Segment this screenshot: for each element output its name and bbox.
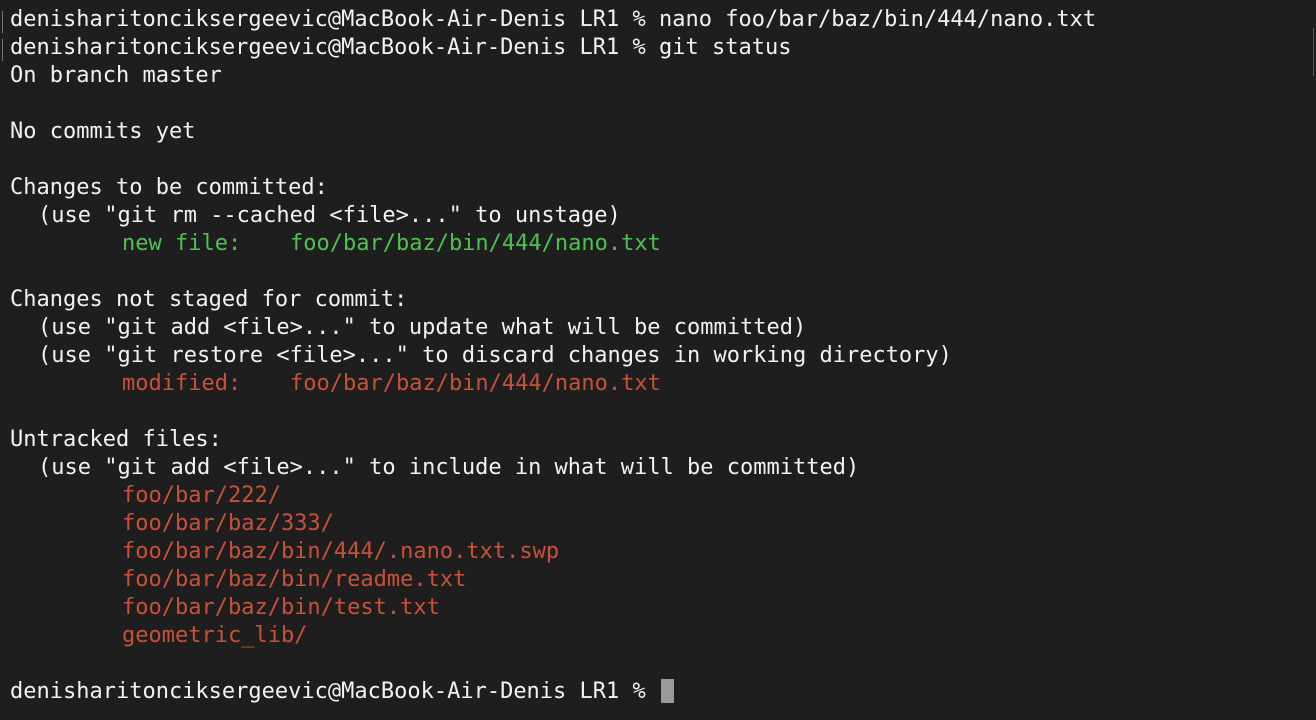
command-text: nano foo/bar/baz/bin/444/nano.txt bbox=[659, 7, 1097, 32]
staged-header: Changes to be committed: bbox=[10, 175, 328, 200]
prompt: denisharitonciksergeevic@MacBook-Air-Den… bbox=[10, 679, 660, 704]
untracked-file: geometric_lib/ bbox=[122, 623, 308, 648]
untracked-file: foo/bar/baz/333/ bbox=[122, 511, 334, 536]
unstaged-header: Changes not staged for commit: bbox=[10, 287, 408, 312]
prompt: denisharitonciksergeevic@MacBook-Air-Den… bbox=[10, 7, 660, 32]
active-prompt-line[interactable]: denisharitonciksergeevic@MacBook-Air-Den… bbox=[10, 678, 1316, 706]
unstaged-path: foo/bar/baz/bin/444/nano.txt bbox=[290, 371, 661, 396]
untracked-file: foo/bar/baz/bin/readme.txt bbox=[122, 567, 467, 592]
command-text: git status bbox=[659, 35, 792, 60]
terminal-window[interactable]: denisharitonciksergeevic@MacBook-Air-Den… bbox=[0, 0, 1316, 720]
text-cursor[interactable] bbox=[661, 679, 675, 703]
untracked-hint: (use "git add <file>..." to include in w… bbox=[38, 455, 860, 480]
scrollbar-track[interactable] bbox=[1313, 28, 1314, 76]
staged-entry: new file: foo/bar/baz/bin/444/nano.txt bbox=[10, 230, 1316, 258]
command-line: denisharitonciksergeevic@MacBook-Air-Den… bbox=[10, 6, 1316, 34]
branch-line: On branch master bbox=[10, 63, 222, 88]
no-commits-line: No commits yet bbox=[10, 119, 196, 144]
untracked-file: foo/bar/baz/bin/test.txt bbox=[122, 595, 440, 620]
untracked-file: foo/bar/222/ bbox=[122, 483, 281, 508]
unstaged-hint-add: (use "git add <file>..." to update what … bbox=[38, 315, 807, 340]
line-marker bbox=[2, 39, 3, 61]
staged-hint: (use "git rm --cached <file>..." to unst… bbox=[38, 203, 621, 228]
line-marker bbox=[2, 11, 3, 33]
staged-path: foo/bar/baz/bin/444/nano.txt bbox=[290, 231, 661, 256]
unstaged-hint-restore: (use "git restore <file>..." to discard … bbox=[38, 343, 952, 368]
prompt: denisharitonciksergeevic@MacBook-Air-Den… bbox=[10, 35, 660, 60]
unstaged-status: modified: bbox=[122, 371, 242, 396]
staged-status: new file: bbox=[122, 231, 242, 256]
untracked-header: Untracked files: bbox=[10, 427, 222, 452]
untracked-file: foo/bar/baz/bin/444/.nano.txt.swp bbox=[122, 539, 560, 564]
unstaged-entry: modified: foo/bar/baz/bin/444/nano.txt bbox=[10, 370, 1316, 398]
command-line: denisharitonciksergeevic@MacBook-Air-Den… bbox=[10, 34, 1316, 62]
